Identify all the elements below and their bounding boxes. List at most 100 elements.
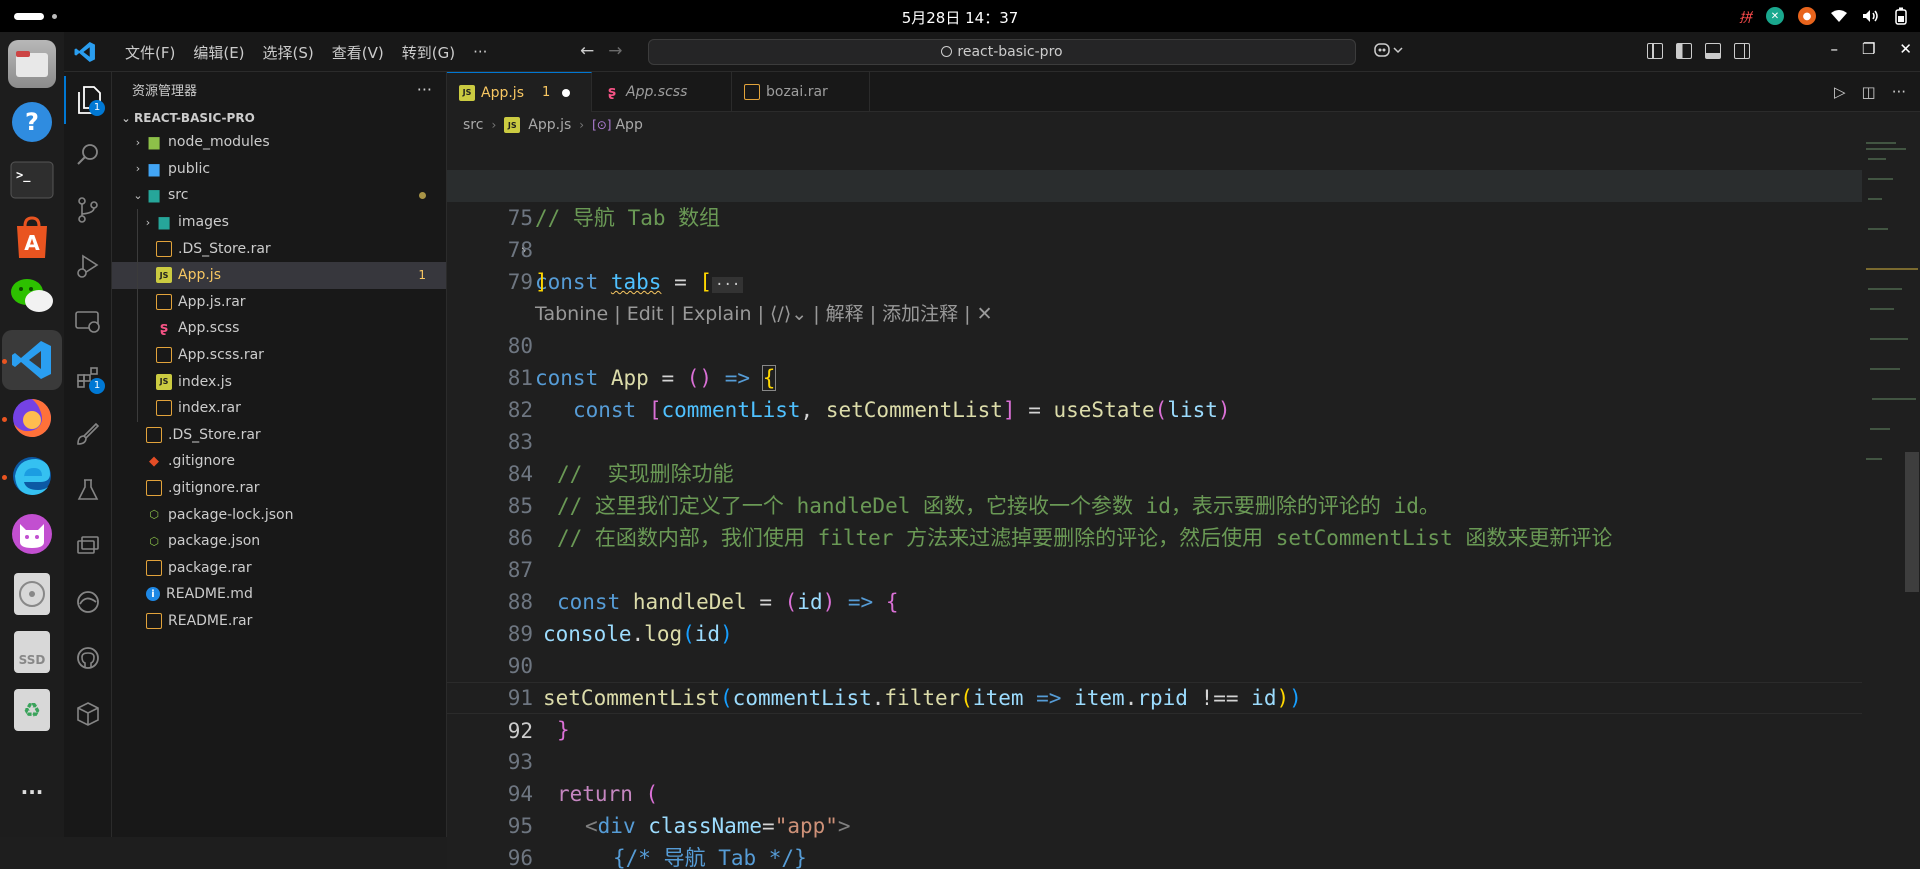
cat-app-icon[interactable]: [8, 510, 56, 558]
help-icon[interactable]: ?: [8, 98, 56, 146]
code-editor[interactable]: 74 // 导航 Tab 数组 75 › const tabs = [··· 7…: [447, 138, 1862, 869]
tree-item-gitignore-rar[interactable]: .gitignore.rar: [112, 475, 446, 502]
explorer-icon[interactable]: 1: [64, 76, 112, 124]
tab-app-scss[interactable]: ʂ App.scss: [592, 72, 732, 112]
breadcrumb-file[interactable]: App.js: [528, 117, 571, 133]
restore-icon[interactable]: ❐: [1862, 40, 1875, 58]
tree-item-public[interactable]: › ▆ public: [112, 156, 446, 183]
tree-item-index-rar[interactable]: index.rar: [112, 394, 446, 422]
tree-item-package-lock-json[interactable]: ⬡ package-lock.json: [112, 501, 446, 528]
app-indicator-icon[interactable]: ●: [1798, 7, 1816, 25]
svg-text:?: ?: [25, 108, 39, 136]
minimap-line: [1870, 368, 1900, 370]
running-indicator: [2, 417, 7, 422]
tree-item-label: package-lock.json: [168, 506, 294, 523]
more-actions-icon[interactable]: ···: [1892, 83, 1906, 101]
brush-icon[interactable]: [64, 410, 112, 458]
toggle-primary-sidebar-icon[interactable]: [1676, 43, 1692, 59]
menu-go[interactable]: 转到(G): [394, 38, 463, 67]
wifi-icon[interactable]: [1830, 5, 1848, 27]
breadcrumb-folder[interactable]: src: [463, 117, 483, 133]
tree-item-ds-store-rar[interactable]: .DS_Store.rar: [112, 235, 446, 262]
tree-item-label: .gitignore: [168, 453, 235, 470]
code-line: 88 console.log(id): [447, 554, 1862, 646]
code-line: 75 › const tabs = [···: [447, 170, 1862, 294]
indent-guide: [137, 261, 138, 289]
docker-icon[interactable]: [64, 522, 112, 570]
workspace-root[interactable]: ⌄ REACT-BASIC-PRO: [112, 107, 446, 129]
command-center[interactable]: react-basic-pro: [648, 39, 1356, 65]
files-icon[interactable]: [8, 40, 56, 88]
close-icon[interactable]: ✕: [1899, 40, 1912, 58]
menu-more[interactable]: ···: [465, 39, 495, 65]
app-indicator-icon[interactable]: ✕: [1766, 7, 1784, 25]
edge-icon[interactable]: [8, 452, 56, 500]
dock: ? >_ A SSD ♻ ···: [0, 32, 64, 837]
extensions-icon[interactable]: 1: [64, 354, 112, 402]
github-icon[interactable]: [64, 634, 112, 682]
source-control-icon[interactable]: [64, 186, 112, 234]
battery-icon[interactable]: [1894, 5, 1908, 27]
run-debug-icon[interactable]: [64, 242, 112, 290]
chevron-right-icon: ›: [135, 135, 141, 149]
ssd-icon[interactable]: SSD: [8, 628, 56, 676]
minimap-line: [1866, 142, 1896, 144]
tree-item-package-json[interactable]: ⬡ package.json: [112, 528, 446, 555]
tree-item-readme-md[interactable]: i README.md: [112, 581, 446, 608]
toggle-secondary-sidebar-icon[interactable]: [1734, 43, 1750, 59]
tree-item-package-rar[interactable]: package.rar: [112, 555, 446, 582]
firefox-icon[interactable]: [8, 394, 56, 442]
search-icon[interactable]: [64, 130, 112, 178]
menu-edit[interactable]: 编辑(E): [185, 38, 252, 67]
tree-item-app-scss[interactable]: ʂ App.scss: [112, 315, 446, 342]
explorer-more-actions[interactable]: ···: [417, 80, 432, 99]
vertical-scrollbar[interactable]: [1905, 452, 1919, 592]
tree-item-gitignore[interactable]: ◆ .gitignore: [112, 448, 446, 475]
tree-item-app-js-rar[interactable]: App.js.rar: [112, 288, 446, 316]
unsaved-dot-icon[interactable]: [562, 88, 571, 97]
menu-selection[interactable]: 选择(S): [255, 38, 322, 67]
forward-arrow-icon[interactable]: →: [608, 41, 622, 61]
breadcrumb-symbol[interactable]: App: [615, 117, 642, 133]
testing-icon[interactable]: [64, 466, 112, 514]
tree-item-readme-rar[interactable]: README.rar: [112, 608, 446, 635]
copilot-icon[interactable]: [1374, 42, 1404, 62]
volume-icon[interactable]: [1862, 5, 1880, 27]
menu-view[interactable]: 查看(V): [324, 38, 392, 67]
codesandbox-icon[interactable]: [64, 690, 112, 738]
customize-layout-icon[interactable]: [1647, 43, 1663, 59]
toggle-panel-icon[interactable]: [1705, 43, 1721, 59]
terminal-icon[interactable]: >_: [8, 156, 56, 204]
vscode-icon[interactable]: [8, 336, 56, 384]
tree-item-index-js[interactable]: JS index.js: [112, 368, 446, 395]
tree-item-images[interactable]: › ▆ images: [112, 208, 446, 236]
edge-devtools-icon[interactable]: [64, 578, 112, 626]
remote-explorer-icon[interactable]: [64, 298, 112, 346]
back-arrow-icon[interactable]: ←: [580, 41, 594, 61]
file-tree: › ▆ node_modules › ▆ public ⌄ ▆ src › ▆ …: [112, 129, 446, 634]
disc-icon[interactable]: [8, 570, 56, 618]
split-editor-icon[interactable]: ◫: [1862, 83, 1876, 101]
show-apps-icon[interactable]: ···: [8, 768, 56, 816]
app-center-icon[interactable]: A: [8, 214, 56, 262]
wechat-icon[interactable]: [8, 272, 56, 320]
tree-item-app-js[interactable]: JS App.js 1: [112, 261, 446, 289]
code-line: 93 return (: [447, 714, 1862, 806]
folder-images-icon: ▆: [158, 214, 170, 231]
title-bar: 文件(F) 编辑(E) 选择(S) 查看(V) 转到(G) ··· ← → re…: [64, 32, 1920, 72]
editor-tabs: JS App.js 1 ʂ App.scss bozai.rar ▷ ◫ ···: [447, 72, 1920, 112]
tab-app-js[interactable]: JS App.js 1: [447, 72, 592, 112]
menu-file[interactable]: 文件(F): [117, 38, 183, 67]
input-method-indicator[interactable]: 拼: [1739, 5, 1752, 27]
tree-item-root-ds-store-rar[interactable]: .DS_Store.rar: [112, 422, 446, 449]
tree-item-app-scss-rar[interactable]: App.scss.rar: [112, 341, 446, 369]
trash-icon[interactable]: ♻: [8, 686, 56, 734]
clock[interactable]: 5月28日 14：37: [0, 7, 1920, 28]
tab-bozai-rar[interactable]: bozai.rar: [732, 72, 870, 112]
tree-item-src[interactable]: ⌄ ▆ src: [112, 182, 446, 209]
tree-item-label: public: [168, 160, 211, 177]
run-icon[interactable]: ▷: [1834, 83, 1846, 101]
code-line: 82: [447, 362, 1862, 422]
tree-item-node-modules[interactable]: › ▆ node_modules: [112, 129, 446, 156]
minimize-icon[interactable]: –: [1830, 40, 1838, 58]
